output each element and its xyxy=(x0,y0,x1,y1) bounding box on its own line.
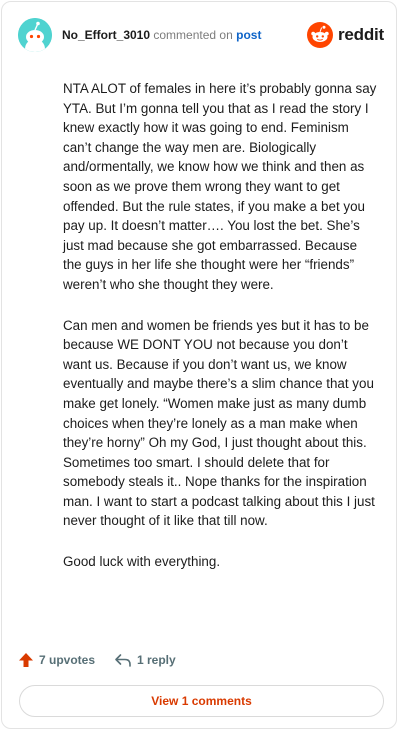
comment-body: NTA ALOT of females in here it’s probabl… xyxy=(63,79,379,593)
reply-count: 1 reply xyxy=(137,653,176,667)
view-comments-button[interactable]: View 1 comments xyxy=(19,685,384,717)
comment-paragraph: Good luck with everything. xyxy=(63,554,221,570)
username[interactable]: No_Effort_3010 xyxy=(62,28,150,42)
comment-paragraph: NTA ALOT of females in here it’s probabl… xyxy=(63,81,377,292)
action-text: commented on xyxy=(153,28,233,42)
comment-footer: 7 upvotes 1 reply xyxy=(18,652,384,672)
upvote-arrow-icon xyxy=(19,653,33,667)
comment-header: No_Effort_3010 commented on post reddit xyxy=(18,18,384,52)
comment-meta: No_Effort_3010 commented on post xyxy=(62,28,261,42)
avatar-snoo-icon xyxy=(18,18,52,52)
comment-card: No_Effort_3010 commented on post reddit … xyxy=(1,1,397,729)
brand-name: reddit xyxy=(337,25,384,44)
reply-arrow-icon xyxy=(115,654,131,667)
reply-button[interactable]: 1 reply xyxy=(114,652,176,668)
comment-paragraph: Can men and women be friends yes but it … xyxy=(63,317,375,529)
reddit-logo-icon xyxy=(306,22,333,48)
upvote-count: 7 upvotes xyxy=(39,653,96,667)
post-link[interactable]: post xyxy=(236,28,261,42)
upvote-button[interactable]: 7 upvotes xyxy=(18,652,95,668)
avatar[interactable] xyxy=(18,18,52,52)
reddit-brand[interactable]: reddit xyxy=(306,21,384,49)
